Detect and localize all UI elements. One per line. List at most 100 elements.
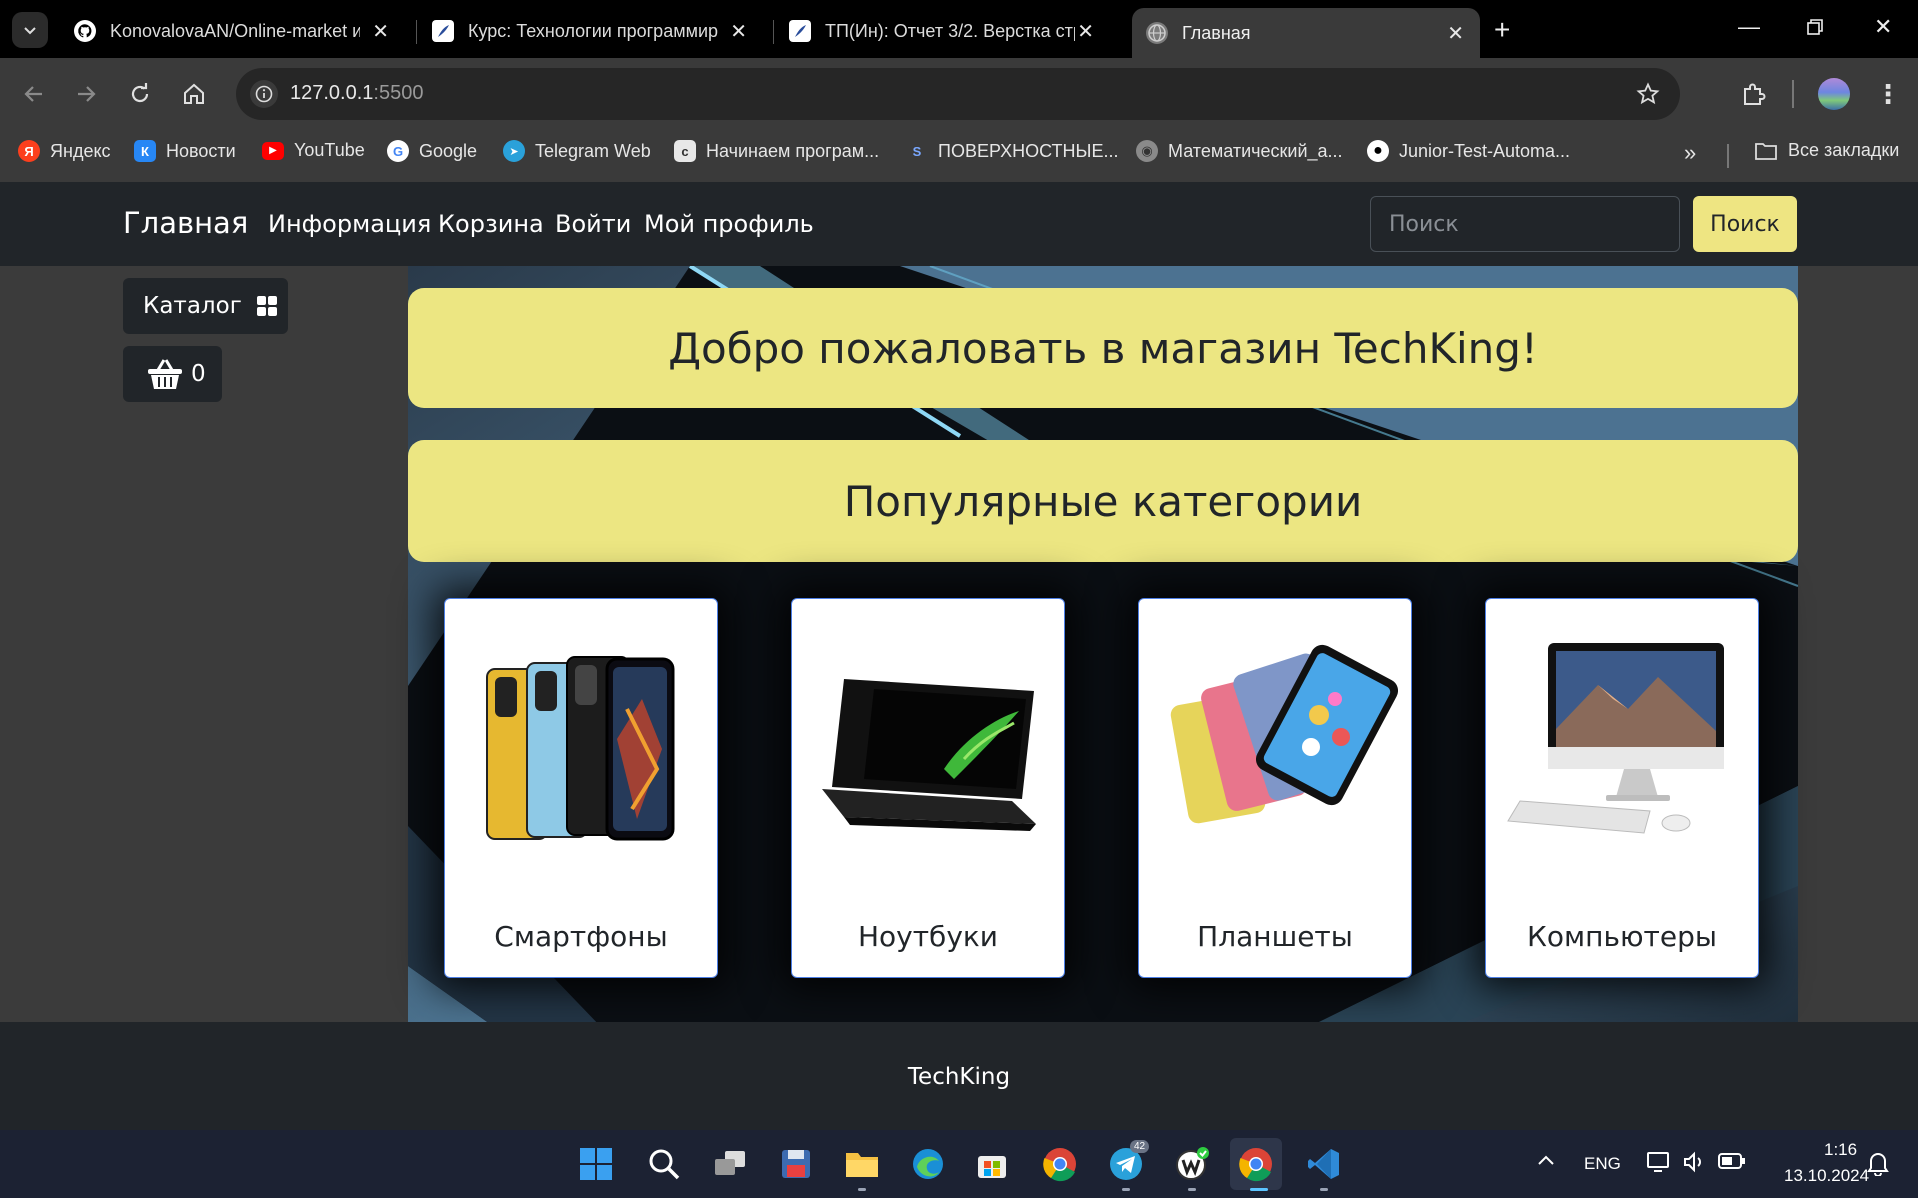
all-bookmarks-folder[interactable]: Все закладки: [1754, 140, 1899, 161]
category-label: Планшеты: [1197, 920, 1353, 953]
cart-count: 0: [191, 361, 206, 387]
home-button[interactable]: [178, 78, 210, 110]
tab-search-button[interactable]: [12, 12, 48, 48]
folder-icon: [1755, 142, 1777, 160]
bookmark-google[interactable]: G Google: [387, 140, 477, 162]
popular-categories-banner: Популярные категории: [408, 440, 1798, 562]
close-window-button[interactable]: ✕: [1874, 14, 1892, 40]
bookmark-youtube[interactable]: ▶ YouTube: [262, 140, 365, 161]
bookmark-math[interactable]: ◉ Математический_а...: [1136, 140, 1343, 162]
bookmark-label: Telegram Web: [535, 140, 651, 161]
save-disk-icon[interactable]: [776, 1144, 816, 1184]
globe-icon: ◉: [1136, 140, 1158, 162]
extensions-button[interactable]: [1738, 78, 1770, 110]
bookmark-star-icon[interactable]: [1636, 82, 1660, 111]
telegram-icon[interactable]: 42: [1106, 1140, 1150, 1184]
telegram-icon: ➤: [503, 140, 525, 162]
battery-icon[interactable]: [1718, 1152, 1746, 1175]
moodle-feather-icon: [432, 20, 454, 42]
vk-icon: К: [134, 140, 156, 162]
category-card-tablets[interactable]: Планшеты: [1138, 598, 1412, 978]
input-language[interactable]: ENG: [1584, 1154, 1621, 1174]
bookmark-label: Новости: [166, 140, 236, 161]
popular-categories-heading: Популярные категории: [843, 476, 1363, 526]
active-indicator: [1250, 1188, 1268, 1191]
nav-link-cart[interactable]: Корзина: [438, 210, 544, 238]
search-button[interactable]: Поиск: [1693, 196, 1797, 252]
category-label: Смартфоны: [494, 920, 668, 953]
browser-tab-strip: KonovalovaAN/Online-market и ✕ Курс: Тех…: [0, 0, 1918, 58]
category-card-computers[interactable]: Компьютеры: [1485, 598, 1759, 978]
vscode-icon[interactable]: [1304, 1144, 1344, 1184]
forward-button[interactable]: [70, 78, 102, 110]
telegram-unread-badge: 42: [1130, 1140, 1150, 1153]
address-bar[interactable]: 127.0.0.1:5500: [236, 68, 1680, 120]
new-tab-button[interactable]: +: [1494, 16, 1510, 44]
url-host: 127.0.0.1: [290, 82, 374, 104]
cart-button[interactable]: 0: [123, 346, 222, 402]
close-icon[interactable]: ✕: [730, 19, 747, 44]
file-explorer-icon[interactable]: [842, 1144, 882, 1184]
bookmark-label: Google: [419, 140, 478, 161]
more-bookmarks-chevron-icon[interactable]: »: [1684, 140, 1696, 166]
bookmark-label: Математический_а...: [1168, 140, 1343, 161]
search-icon[interactable]: [644, 1144, 684, 1184]
close-icon[interactable]: ✕: [372, 19, 389, 44]
bookmark-stepik[interactable]: c Начинаем програм...: [674, 140, 879, 162]
microsoft-store-icon[interactable]: [972, 1144, 1012, 1184]
tab-course[interactable]: Курс: Технологии программир ✕: [418, 10, 763, 52]
minimize-button[interactable]: —: [1738, 14, 1760, 40]
tab-title: ТП(Ин): Отчет 3/2. Верстка стр: [825, 20, 1075, 41]
close-icon[interactable]: ✕: [1447, 21, 1464, 46]
site-navbar: Главная Информация Корзина Войти Мой про…: [0, 182, 1918, 266]
edge-icon[interactable]: [908, 1144, 948, 1184]
catalog-button[interactable]: Каталог: [123, 278, 288, 334]
category-card-laptops[interactable]: Ноутбуки: [791, 598, 1065, 978]
home-icon: [184, 83, 204, 104]
toolbar-divider: [1792, 80, 1794, 108]
notification-bell-icon[interactable]: [1866, 1150, 1890, 1181]
menu-kebab-icon[interactable]: ⋮: [1872, 78, 1904, 110]
tab-home-active[interactable]: Главная ✕: [1132, 8, 1480, 58]
bookmark-news[interactable]: К Новости: [134, 140, 236, 162]
nav-link-profile[interactable]: Мой профиль: [644, 210, 814, 238]
chrome-icon[interactable]: [1040, 1144, 1080, 1184]
basket-icon: [148, 359, 182, 389]
chrome-active-icon[interactable]: [1230, 1138, 1282, 1190]
profile-avatar[interactable]: [1818, 78, 1850, 110]
site-info-icon[interactable]: [250, 80, 278, 108]
task-view-icon[interactable]: [710, 1144, 750, 1184]
arrow-left-icon: [24, 86, 42, 102]
tab-report[interactable]: ТП(Ин): Отчет 3/2. Верстка стр ✕: [775, 10, 1110, 52]
bookmark-telegram[interactable]: ➤ Telegram Web: [503, 140, 651, 162]
network-icon[interactable]: [1646, 1150, 1672, 1179]
bookmark-yandex[interactable]: Я Яндекс: [18, 140, 111, 162]
all-bookmarks-label: Все закладки: [1788, 140, 1900, 160]
back-button[interactable]: [18, 78, 50, 110]
tab-separator: [773, 20, 774, 44]
windows-start-icon[interactable]: [576, 1144, 616, 1184]
clock-time[interactable]: 1:16: [1824, 1140, 1857, 1160]
nav-link-info[interactable]: Информация: [268, 210, 431, 238]
tab-title: Курс: Технологии программир: [468, 20, 718, 41]
close-icon[interactable]: ✕: [1077, 19, 1094, 44]
bookmark-junior[interactable]: ● Junior-Test-Automa...: [1367, 140, 1570, 162]
show-hidden-icons-chevron-icon[interactable]: [1536, 1150, 1556, 1173]
search-input[interactable]: [1370, 196, 1680, 252]
catalog-label: Каталог: [143, 293, 242, 319]
youtube-icon: ▶: [262, 141, 284, 160]
bookmark-label: YouTube: [294, 140, 365, 160]
category-card-smartphones[interactable]: Смартфоны: [444, 598, 718, 978]
reload-icon: [131, 83, 149, 103]
brand-home-link[interactable]: Главная: [123, 206, 248, 240]
clock-date[interactable]: 13.10.2024: [1784, 1166, 1869, 1186]
restore-button[interactable]: [1806, 16, 1824, 42]
wps-office-icon[interactable]: [1172, 1144, 1212, 1184]
reload-button[interactable]: [124, 78, 156, 110]
stepik-icon: c: [674, 140, 696, 162]
nav-link-login[interactable]: Войти: [555, 210, 631, 238]
bookmark-surface[interactable]: S ПОВЕРХНОСТНЫЕ...: [906, 140, 1119, 162]
welcome-banner: Добро пожаловать в магазин TechKing!: [408, 288, 1798, 408]
volume-icon[interactable]: [1682, 1150, 1706, 1179]
tab-github[interactable]: KonovalovaAN/Online-market и ✕: [60, 10, 405, 52]
